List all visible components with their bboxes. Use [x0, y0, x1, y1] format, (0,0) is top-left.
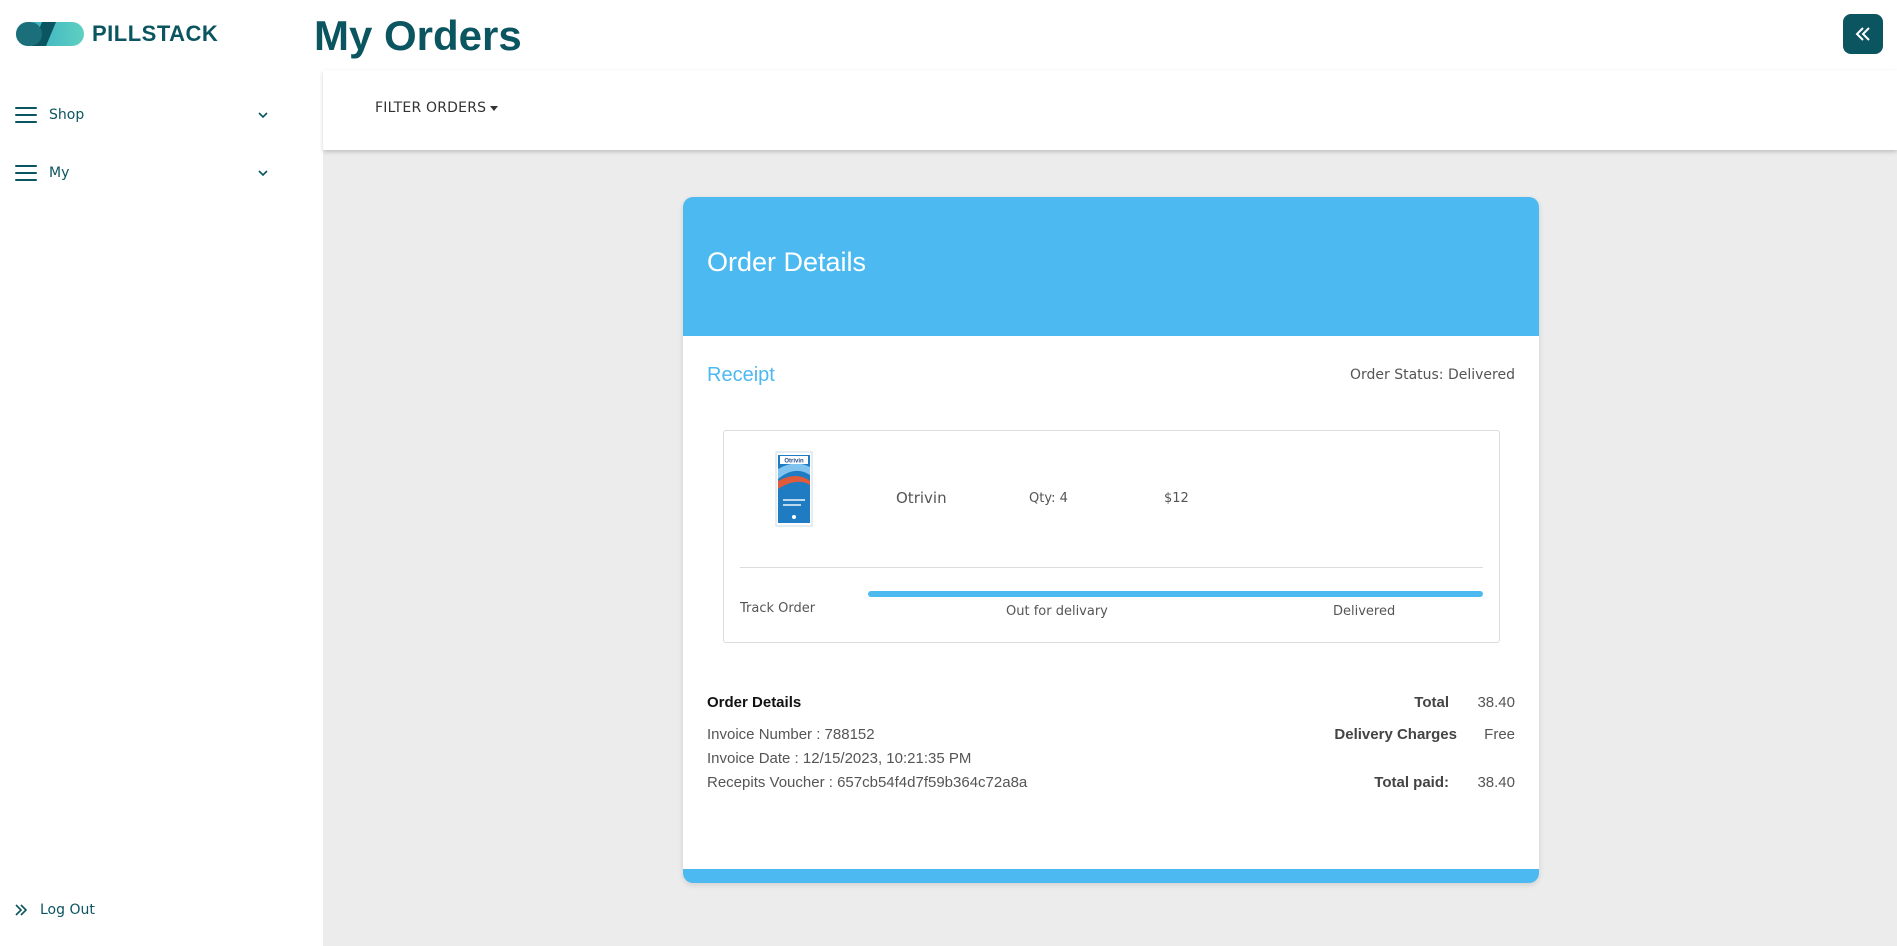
brand-logo[interactable]: PILLSTACK — [16, 20, 218, 48]
product-quantity: Qty: 4 — [1029, 491, 1068, 506]
card-title: Order Details — [707, 247, 867, 277]
card-footer — [683, 869, 1539, 883]
product-price: $12 — [1164, 491, 1189, 506]
order-status: Order Status: Delivered — [1349, 367, 1515, 383]
logout-label: Log Out — [40, 902, 95, 918]
product-name: Otrivin — [896, 489, 947, 507]
receipt-heading: Receipt — [707, 364, 775, 386]
caret-down-icon — [490, 105, 499, 111]
page-title: My Orders — [314, 12, 522, 59]
logout-button[interactable]: Log Out — [14, 902, 95, 918]
filter-orders-dropdown[interactable]: FILTER ORDERS — [375, 100, 499, 116]
sidebar-item-my[interactable]: My — [15, 158, 270, 188]
product-image: Otrivin — [775, 451, 813, 527]
double-chevron-left-icon — [1855, 27, 1870, 41]
tracking-step: Out for delivary — [1006, 604, 1108, 619]
chevron-down-icon — [258, 170, 268, 177]
total-value: 38.40 — [1477, 694, 1515, 711]
total-label: Total — [1414, 694, 1449, 711]
sidebar: PILLSTACK Shop My Log Out — [0, 0, 323, 946]
product-image-label: Otrivin — [784, 459, 804, 465]
tracking-step: Delivered — [1333, 604, 1396, 619]
invoice-number: Invoice Number : 788152 — [707, 726, 875, 743]
sidebar-item-shop[interactable]: Shop — [15, 100, 270, 130]
delivery-charges-label: Delivery Charges — [1334, 726, 1457, 743]
brand-name: PILLSTACK — [92, 21, 219, 46]
total-paid-value: 38.40 — [1477, 774, 1515, 791]
filter-orders-label: FILTER ORDERS — [375, 100, 487, 116]
pill-logo-icon — [16, 22, 84, 46]
tracking-progress-bar — [868, 591, 1483, 597]
hamburger-icon — [15, 164, 37, 182]
chevron-down-icon — [258, 112, 268, 119]
order-details-title: Order Details — [707, 694, 802, 711]
collapse-sidebar-button[interactable] — [1843, 14, 1883, 54]
track-order-label: Track Order — [740, 601, 816, 616]
card-header: Order Details — [683, 197, 1539, 336]
receipt-voucher: Recepits Voucher : 657cb54f4d7f59b364c72… — [707, 774, 1028, 791]
sidebar-item-label: My — [49, 165, 70, 181]
double-chevron-right-icon — [15, 904, 28, 916]
delivery-charges-value: Free — [1484, 726, 1515, 743]
hamburger-icon — [15, 106, 37, 124]
filter-bar: FILTER ORDERS — [323, 70, 1897, 150]
divider — [740, 567, 1483, 568]
total-paid-label: Total paid: — [1374, 774, 1449, 791]
invoice-date: Invoice Date : 12/15/2023, 10:21:35 PM — [707, 750, 972, 767]
order-details-card: Order Details Receipt Order Status: Deli… — [683, 197, 1539, 883]
sidebar-item-label: Shop — [49, 107, 85, 123]
order-item: Otrivin Otrivin Qty: 4 $12 Track Order O… — [723, 430, 1500, 643]
